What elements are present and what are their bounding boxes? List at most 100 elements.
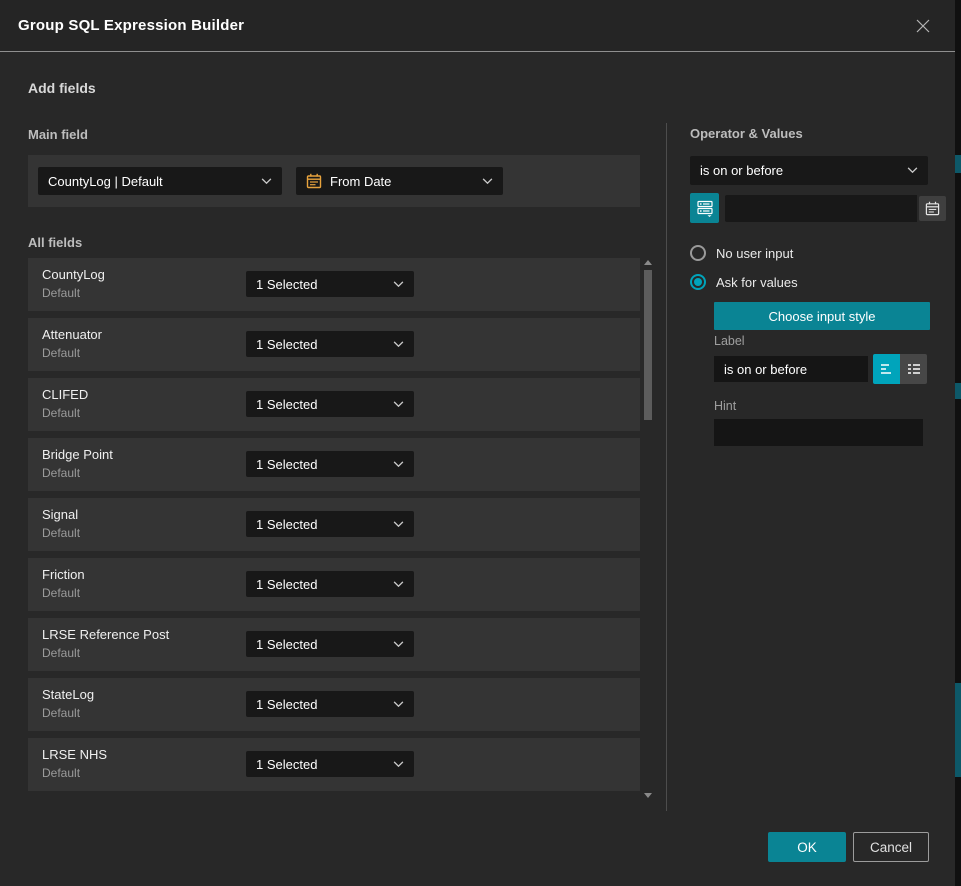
radio-circle-icon bbox=[690, 274, 706, 290]
field-row: Attenuator Default 1 Selected bbox=[28, 318, 640, 371]
field-subtitle: Default bbox=[42, 766, 80, 780]
field-name: Attenuator bbox=[42, 327, 102, 342]
field-selection-dropdown[interactable]: 1 Selected bbox=[246, 631, 414, 657]
field-selection-dropdown[interactable]: 1 Selected bbox=[246, 271, 414, 297]
field-row: Friction Default 1 Selected bbox=[28, 558, 640, 611]
background-app-sliver bbox=[955, 383, 961, 399]
value-input[interactable] bbox=[725, 195, 917, 222]
field-row: StateLog Default 1 Selected bbox=[28, 678, 640, 731]
chevron-down-icon bbox=[482, 178, 493, 185]
chevron-down-icon bbox=[393, 341, 404, 348]
field-selection-dropdown[interactable]: 1 Selected bbox=[246, 751, 414, 777]
operator-dropdown[interactable]: is on or before bbox=[690, 156, 928, 185]
background-app-sliver bbox=[955, 683, 961, 777]
field-selection-dropdown[interactable]: 1 Selected bbox=[246, 571, 414, 597]
field-selection-dropdown-label: 1 Selected bbox=[256, 637, 393, 652]
label-input[interactable] bbox=[714, 356, 868, 382]
chevron-down-icon bbox=[393, 581, 404, 588]
field-row: Bridge Point Default 1 Selected bbox=[28, 438, 640, 491]
field-subtitle: Default bbox=[42, 646, 80, 660]
field-selection-dropdown-label: 1 Selected bbox=[256, 277, 393, 292]
field-name: StateLog bbox=[42, 687, 94, 702]
radio-no-user-input[interactable]: No user input bbox=[690, 244, 793, 262]
list-input-style-button[interactable] bbox=[900, 354, 927, 384]
choose-input-style-button[interactable]: Choose input style bbox=[714, 302, 930, 330]
field-row: LRSE NHS Default 1 Selected bbox=[28, 738, 640, 791]
field-selection-dropdown-label: 1 Selected bbox=[256, 757, 393, 772]
field-selection-dropdown[interactable]: 1 Selected bbox=[246, 391, 414, 417]
radio-label: No user input bbox=[716, 246, 793, 261]
field-subtitle: Default bbox=[42, 346, 80, 360]
add-fields-heading: Add fields bbox=[28, 80, 96, 96]
radio-ask-for-values[interactable]: Ask for values bbox=[690, 273, 798, 291]
hint-field-label: Hint bbox=[714, 399, 736, 413]
field-selection-dropdown-label: 1 Selected bbox=[256, 457, 393, 472]
stacked-values-icon bbox=[696, 199, 714, 217]
field-row: Signal Default 1 Selected bbox=[28, 498, 640, 551]
date-picker-button[interactable] bbox=[919, 196, 946, 221]
single-input-style-button[interactable] bbox=[873, 354, 900, 384]
all-fields-list: CountyLog Default 1 Selected Attenuator … bbox=[28, 258, 640, 795]
operator-values-heading: Operator & Values bbox=[690, 126, 803, 141]
field-row: CLIFED Default 1 Selected bbox=[28, 378, 640, 431]
all-fields-heading: All fields bbox=[28, 235, 82, 250]
chevron-down-icon bbox=[393, 761, 404, 768]
list-icon bbox=[905, 360, 923, 378]
field-subtitle: Default bbox=[42, 586, 80, 600]
align-left-icon bbox=[878, 360, 896, 378]
field-name: LRSE NHS bbox=[42, 747, 107, 762]
list-scrollbar[interactable] bbox=[643, 258, 653, 798]
scrollbar-up-arrow-icon[interactable] bbox=[644, 260, 652, 265]
operator-dropdown-value: is on or before bbox=[700, 163, 907, 178]
calendar-icon bbox=[306, 173, 322, 189]
ok-button[interactable]: OK bbox=[768, 832, 846, 862]
field-subtitle: Default bbox=[42, 406, 80, 420]
background-app-edge bbox=[955, 0, 961, 886]
field-name: Bridge Point bbox=[42, 447, 113, 462]
field-name: Friction bbox=[42, 567, 85, 582]
field-subtitle: Default bbox=[42, 466, 80, 480]
field-selection-dropdown[interactable]: 1 Selected bbox=[246, 691, 414, 717]
field-row: LRSE Reference Post Default 1 Selected bbox=[28, 618, 640, 671]
group-sql-expression-builder-dialog: Group SQL Expression Builder Add fields … bbox=[0, 0, 955, 886]
field-selection-dropdown-label: 1 Selected bbox=[256, 577, 393, 592]
scrollbar-down-arrow-icon[interactable] bbox=[644, 793, 652, 798]
scrollbar-thumb[interactable] bbox=[644, 270, 652, 420]
main-field-dropdown[interactable]: From Date bbox=[296, 167, 503, 195]
field-selection-dropdown[interactable]: 1 Selected bbox=[246, 511, 414, 537]
chevron-down-icon bbox=[393, 461, 404, 468]
field-name: LRSE Reference Post bbox=[42, 627, 169, 642]
field-subtitle: Default bbox=[42, 706, 80, 720]
radio-label: Ask for values bbox=[716, 275, 798, 290]
field-name: CLIFED bbox=[42, 387, 88, 402]
chevron-down-icon bbox=[907, 167, 918, 174]
field-subtitle: Default bbox=[42, 526, 80, 540]
main-field-dropdown-value: From Date bbox=[330, 174, 474, 189]
screen: Group SQL Expression Builder Add fields … bbox=[0, 0, 961, 886]
chevron-down-icon bbox=[261, 178, 272, 185]
chevron-down-icon bbox=[393, 641, 404, 648]
value-input-row bbox=[690, 193, 928, 223]
layer-dropdown[interactable]: CountyLog | Default bbox=[38, 167, 282, 195]
close-button[interactable] bbox=[909, 12, 937, 40]
main-field-heading: Main field bbox=[28, 127, 88, 142]
field-row: CountyLog Default 1 Selected bbox=[28, 258, 640, 311]
cancel-button[interactable]: Cancel bbox=[853, 832, 929, 862]
field-selection-dropdown-label: 1 Selected bbox=[256, 397, 393, 412]
chevron-down-icon bbox=[393, 701, 404, 708]
field-name: CountyLog bbox=[42, 267, 105, 282]
chevron-down-icon bbox=[393, 281, 404, 288]
field-selection-dropdown[interactable]: 1 Selected bbox=[246, 451, 414, 477]
hint-input[interactable] bbox=[714, 419, 923, 446]
radio-circle-icon bbox=[690, 245, 706, 261]
field-name: Signal bbox=[42, 507, 78, 522]
field-selection-dropdown-label: 1 Selected bbox=[256, 337, 393, 352]
chevron-down-icon bbox=[393, 401, 404, 408]
unique-values-button[interactable] bbox=[690, 193, 719, 223]
field-selection-dropdown-label: 1 Selected bbox=[256, 697, 393, 712]
dialog-header: Group SQL Expression Builder bbox=[0, 0, 955, 52]
layer-dropdown-value: CountyLog | Default bbox=[48, 174, 261, 189]
field-selection-dropdown[interactable]: 1 Selected bbox=[246, 331, 414, 357]
calendar-icon bbox=[925, 201, 940, 216]
vertical-divider bbox=[666, 123, 667, 811]
